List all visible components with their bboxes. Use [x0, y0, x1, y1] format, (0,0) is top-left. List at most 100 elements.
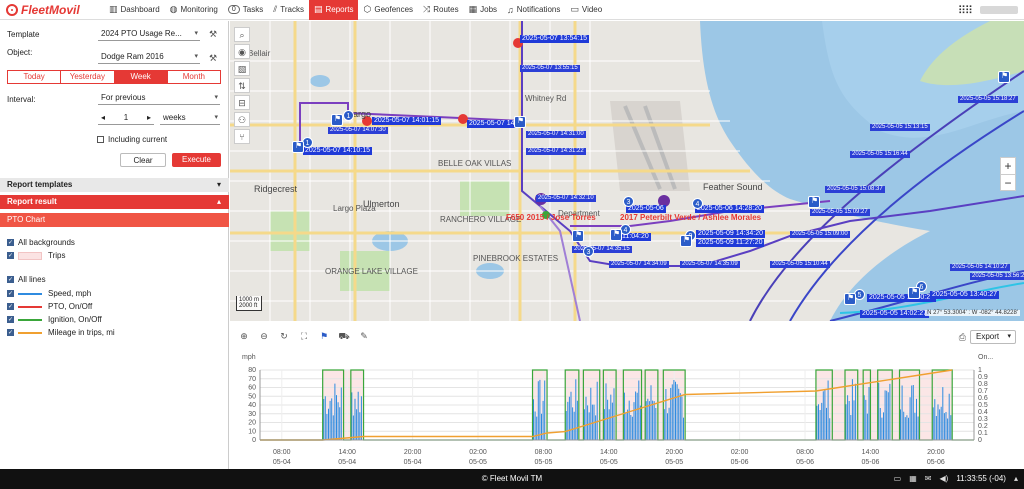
trips-background-toggle[interactable]: Trips [7, 251, 65, 260]
nav-tasks[interactable]: 0 Tasks [223, 0, 268, 20]
app-logo[interactable]: FleetMovil [0, 3, 104, 17]
vehicle-label[interactable]: F650 2015 / Jose Torres [506, 213, 596, 222]
all-backgrounds-toggle[interactable]: All backgrounds [7, 238, 75, 247]
all-lines-toggle[interactable]: All lines [7, 275, 46, 284]
event-timestamp-label[interactable]: 2025-05-07 13:54:15 [520, 35, 589, 43]
zoom-out-icon[interactable]: ⊖ [258, 331, 270, 345]
flag-marker[interactable] [514, 116, 526, 128]
map-view[interactable]: Largo Ridgecrest Ulmerton Feather Sound BELL… [230, 21, 1024, 321]
flag-marker[interactable] [998, 71, 1010, 83]
nav-notifications[interactable]: ♫ Notifications [502, 0, 565, 20]
nav-dashboard[interactable]: ▥ Dashboard [104, 0, 165, 20]
report-result-header[interactable]: Report result ▴ [0, 195, 229, 209]
flag-marker[interactable] [331, 114, 343, 126]
reset-icon[interactable]: ↻ [278, 331, 290, 345]
zoom-out-button[interactable]: − [1001, 174, 1015, 190]
event-timestamp-label[interactable]: 2025-05-07 14:32:10 [536, 195, 596, 202]
event-timestamp-label[interactable]: 2025-05-05 15:09:27 [810, 209, 870, 216]
flag-marker[interactable] [610, 229, 622, 241]
nodes-icon[interactable]: ⚇ [234, 112, 250, 127]
including-current-checkbox[interactable]: Including current [97, 135, 167, 144]
event-timestamp-label[interactable]: 2025-05-05 13:40:27 [930, 291, 999, 299]
calendar-icon[interactable]: ▦ [909, 474, 917, 483]
event-timestamp-label[interactable]: 2025-05-07 14:34:09 [609, 261, 669, 268]
period-yesterday[interactable]: Yesterday [61, 71, 115, 83]
increment-icon[interactable]: ▸ [147, 113, 151, 122]
event-timestamp-label[interactable]: 2025-05-05 13:56:27 [970, 273, 1024, 280]
zoom-in-button[interactable]: + [1001, 158, 1015, 174]
checkbox-icon[interactable] [7, 329, 14, 336]
caret-up-icon[interactable]: ▴ [1014, 474, 1018, 483]
flag-marker[interactable] [680, 235, 692, 247]
nav-routes[interactable]: ⤨ Routes [418, 0, 464, 20]
template-select[interactable]: 2024 PTO Usage Re... ▾ [98, 27, 200, 41]
flag-marker[interactable] [808, 196, 820, 208]
checkbox-icon[interactable] [97, 136, 104, 144]
event-timestamp-label[interactable]: 2025-05-06 [626, 205, 666, 213]
wrench-icon[interactable]: ⚒ [209, 53, 217, 64]
event-timestamp-label[interactable]: 2025-05-05 15:18:27 [958, 96, 1018, 103]
event-timestamp-label[interactable]: 2025-05-05 14:02:27 [860, 310, 929, 318]
nav-tracks[interactable]: ⫽ Tracks [268, 0, 309, 20]
apps-grid-icon[interactable]: ⠿⠿ [958, 4, 973, 17]
event-timestamp-label[interactable]: 2025-05-05 15:10:44 [770, 261, 830, 268]
event-timestamp-label[interactable]: 2025-05-07 14:07:30 [328, 127, 388, 134]
decrement-icon[interactable]: ◂ [101, 113, 105, 122]
cluster-count-marker[interactable]: 3 [583, 246, 594, 257]
period-month[interactable]: Month [168, 71, 220, 83]
nav-jobs[interactable]: ▦ Jobs [464, 0, 502, 20]
checkbox-icon[interactable] [7, 276, 14, 283]
checkbox-icon[interactable] [7, 316, 14, 323]
interval-select[interactable]: For previous ▾ [98, 91, 220, 105]
line-legend-item[interactable]: Ignition, On/Off [7, 315, 102, 324]
event-timestamp-label[interactable]: 2025-05-05 15:09:00 [790, 231, 850, 238]
flag-toggle-icon[interactable]: ⚑ [318, 331, 330, 345]
event-timestamp-label[interactable]: 2025-05-05 14:10:27 [950, 264, 1010, 271]
event-timestamp-label[interactable]: 2025-05-09 11:27:20 [696, 239, 765, 247]
flag-marker[interactable] [908, 287, 920, 299]
event-timestamp-label[interactable]: 2025-05-07 14:31:00 [526, 131, 586, 138]
event-timestamp-label[interactable]: 2025-05-05 13:40:27 [867, 294, 936, 302]
pto-chart[interactable]: mph On...0102030405060708000.10.20.30.40.… [230, 349, 1024, 469]
object-select[interactable]: Dodge Ram 2016 ▾ [98, 50, 200, 64]
execute-button[interactable]: Execute [172, 153, 221, 167]
line-legend-item[interactable]: Mileage in trips, mi [7, 328, 115, 337]
cluster-count-marker[interactable]: 4 [692, 198, 703, 209]
event-timestamp-label[interactable]: 2025-05-05 15:08:37 [825, 186, 885, 193]
map-canvas[interactable] [230, 21, 1024, 321]
period-today[interactable]: Today [8, 71, 62, 83]
flag-marker[interactable] [844, 293, 856, 305]
print-icon[interactable]: ⎙ [959, 332, 966, 343]
cluster-count-marker[interactable]: 3 [623, 196, 634, 207]
line-legend-item[interactable]: Speed, mph [7, 289, 91, 298]
zoom-in-icon[interactable]: ⊕ [238, 331, 250, 345]
event-timestamp-label[interactable]: 2025-05-05 15:13:15 [870, 124, 930, 131]
interval-unit-select[interactable]: weeks ▾ [160, 111, 220, 125]
event-timestamp-label[interactable]: 2025-05-07 14: [467, 120, 519, 128]
vehicle-label[interactable]: 2017 Peterbilt Verde / Ashlee Morales [620, 213, 761, 222]
event-timestamp-label[interactable]: 2025-05-07 14:10:15 [303, 147, 372, 155]
flag-marker[interactable] [292, 141, 304, 153]
volume-icon[interactable]: ◀) [939, 474, 948, 483]
nav-geofences[interactable]: ⬡ Geofences [358, 0, 418, 20]
report-templates-header[interactable]: Report templates ▾ [0, 178, 229, 192]
search-icon[interactable]: ⌕ [234, 27, 250, 42]
route-icon[interactable]: ⇅ [234, 78, 250, 93]
checkbox-icon[interactable] [7, 239, 14, 246]
event-timestamp-label[interactable]: 2025-05-06 14:28:20 [695, 205, 764, 213]
event-timestamp-label[interactable]: 2025-05-05 15:16:44 [850, 151, 910, 158]
user-menu[interactable] [980, 6, 1018, 14]
pencil-icon[interactable]: ✎ [358, 331, 370, 345]
nav-video[interactable]: ▭ Video [565, 0, 607, 20]
event-timestamp-label[interactable]: 2025-05-07 14:31:22 [526, 148, 586, 155]
event-timestamp-label[interactable]: 2025-05-07 14:35:15 [572, 246, 632, 253]
event-timestamp-label[interactable]: 2025-05-07 13:55:15 [520, 65, 580, 72]
flag-marker[interactable] [572, 230, 584, 242]
truck-icon[interactable]: ⛟ [338, 331, 350, 345]
interval-count-stepper[interactable]: ◂ 1 ▸ [98, 111, 154, 125]
event-timestamp-label[interactable]: 2025-05-09 14:34:20 [696, 230, 765, 238]
branch-icon[interactable]: ⑂ [234, 129, 250, 144]
period-week[interactable]: Week [114, 71, 168, 83]
clear-button[interactable]: Clear [120, 153, 166, 167]
checkbox-icon[interactable] [7, 252, 14, 259]
